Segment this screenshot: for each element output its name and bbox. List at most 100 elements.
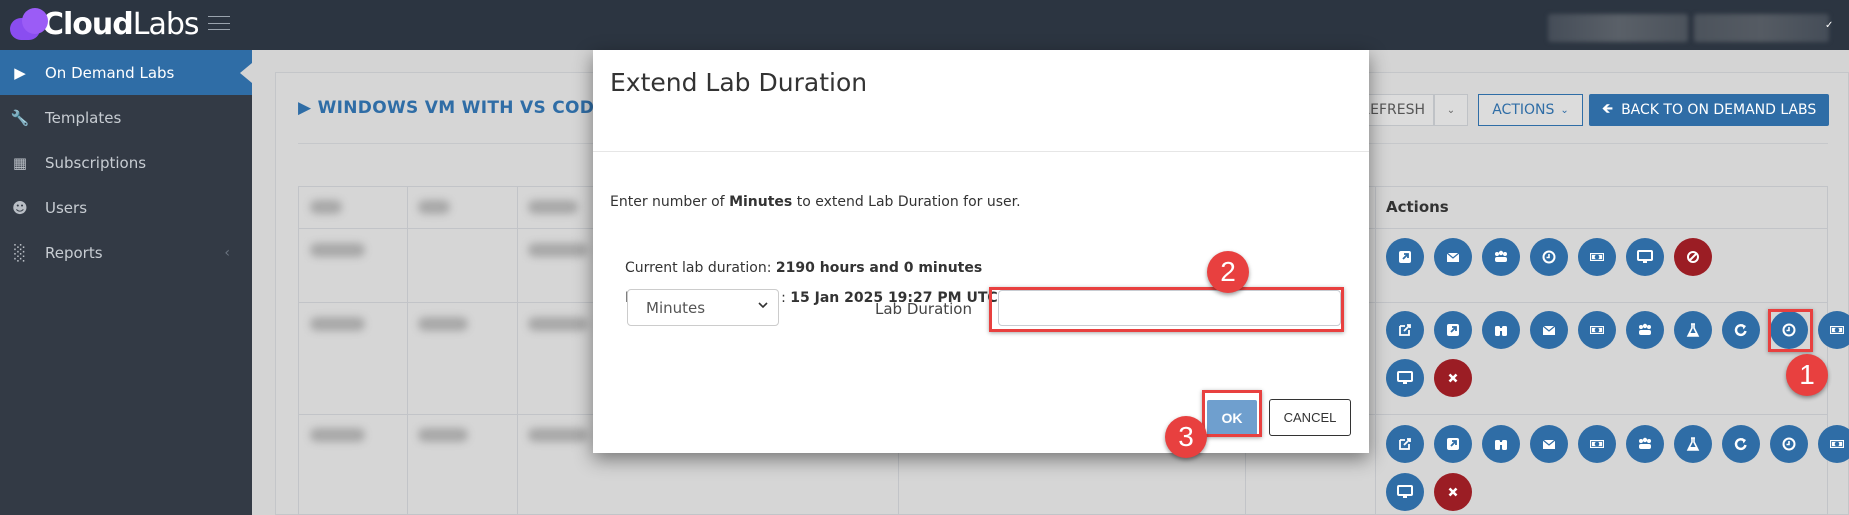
ok-button[interactable]: OK	[1207, 400, 1257, 436]
modal-title: Extend Lab Duration	[610, 68, 868, 97]
user-menu-blurred[interactable]	[1694, 14, 1829, 42]
back-to-on-demand-labs-button[interactable]: 🡸 BACK TO ON DEMAND LABS	[1589, 94, 1829, 126]
users-action-button[interactable]	[1482, 238, 1520, 276]
modal-divider	[593, 151, 1369, 152]
blurred-cell	[528, 317, 588, 331]
actions-column-header: Actions	[1386, 198, 1449, 216]
money-icon	[1829, 322, 1845, 338]
edit-external-icon	[1397, 436, 1413, 452]
sidebar-item-users[interactable]: ☻ Users	[0, 185, 252, 230]
money-action-button[interactable]	[1578, 425, 1616, 463]
refresh-dropdown-button[interactable]: ⌄	[1434, 94, 1468, 126]
external-link-action-button[interactable]	[1386, 238, 1424, 276]
users-icon	[1493, 249, 1509, 265]
menu-toggle-icon[interactable]	[208, 16, 230, 30]
clock-action-button[interactable]	[1770, 311, 1808, 349]
back-label: BACK TO ON DEMAND LABS	[1621, 102, 1817, 118]
money-icon	[1589, 322, 1605, 338]
users-icon	[1637, 322, 1653, 338]
actions-dropdown-button[interactable]: ACTIONS ⌄	[1478, 94, 1583, 126]
external-link-action-button[interactable]	[1434, 425, 1472, 463]
external-link-icon	[1397, 249, 1413, 265]
sidebar-item-templates[interactable]: 🔧 Templates	[0, 95, 252, 140]
chevron-down-icon: ⌄	[1560, 104, 1569, 116]
edit-external-action-button[interactable]	[1386, 425, 1424, 463]
page-title: ▶ WINDOWS VM WITH VS CODE F	[298, 98, 625, 118]
edit-external-action-button[interactable]	[1386, 311, 1424, 349]
monitor-action-button[interactable]	[1386, 473, 1424, 511]
money-icon	[1829, 436, 1845, 452]
delete-icon	[1445, 370, 1461, 386]
extend-lab-duration-modal: Extend Lab Duration Enter number of Minu…	[593, 50, 1369, 453]
chevron-down-icon	[758, 302, 768, 309]
sidebar-item-label: Subscriptions	[45, 153, 147, 172]
cloudlabs-logo[interactable]: CloudLabs	[8, 4, 200, 44]
refresh-action-button[interactable]	[1722, 311, 1760, 349]
sidebar-item-on-demand-labs[interactable]: ▶ On Demand Labs	[0, 50, 252, 95]
money-action-button[interactable]	[1818, 425, 1849, 463]
blurred-cell	[528, 428, 588, 442]
users-icon: ☻	[12, 198, 28, 217]
flask-action-button[interactable]	[1674, 425, 1712, 463]
ban-action-button[interactable]	[1674, 238, 1712, 276]
email-action-button[interactable]	[1530, 425, 1568, 463]
duration-unit-select[interactable]: Minutes	[627, 289, 779, 326]
clock-action-button[interactable]	[1530, 238, 1568, 276]
selected-unit: Minutes	[646, 298, 706, 317]
modal-instructions: Enter number of Minutes to extend Lab Du…	[610, 194, 1021, 210]
refresh-action-button[interactable]	[1722, 425, 1760, 463]
top-navbar: CloudLabs ✓	[0, 0, 1849, 50]
flask-icon	[1685, 436, 1701, 452]
money-icon	[1589, 249, 1605, 265]
monitor-action-button[interactable]	[1626, 238, 1664, 276]
flask-action-button[interactable]	[1674, 311, 1712, 349]
refresh-icon	[1733, 322, 1749, 338]
delete-action-button[interactable]	[1434, 359, 1472, 397]
external-link-icon	[1445, 322, 1461, 338]
play-icon: ▶	[14, 63, 26, 82]
external-link-action-button[interactable]	[1434, 311, 1472, 349]
delete-action-button[interactable]	[1434, 473, 1472, 511]
sidebar: ▶ On Demand Labs 🔧 Templates ▦ Subscript…	[0, 50, 252, 515]
money-action-button[interactable]	[1818, 311, 1849, 349]
email-icon	[1445, 249, 1461, 265]
binoculars-action-button[interactable]	[1482, 311, 1520, 349]
clock-action-button[interactable]	[1770, 425, 1808, 463]
sidebar-item-reports[interactable]: ░ Reports ‹	[0, 230, 252, 275]
sidebar-item-label: Reports	[45, 243, 103, 262]
email-action-button[interactable]	[1434, 238, 1472, 276]
delete-icon	[1445, 484, 1461, 500]
cloud-logo-icon	[8, 6, 52, 42]
sidebar-item-subscriptions[interactable]: ▦ Subscriptions	[0, 140, 252, 185]
clock-icon	[1781, 322, 1797, 338]
user-info-blurred	[1548, 14, 1688, 42]
lab-duration-input[interactable]	[998, 290, 1341, 326]
money-action-button[interactable]	[1578, 238, 1616, 276]
email-icon	[1541, 322, 1557, 338]
row-actions	[1386, 238, 1849, 276]
current-duration: Current lab duration: 2190 hours and 0 m…	[625, 260, 983, 276]
money-icon	[1589, 436, 1605, 452]
blurred-header	[528, 200, 578, 214]
users-action-button[interactable]	[1626, 425, 1664, 463]
users-action-button[interactable]	[1626, 311, 1664, 349]
chevron-left-icon: ‹	[224, 244, 230, 261]
wrench-icon: 🔧	[10, 108, 30, 127]
monitor-action-button[interactable]	[1386, 359, 1424, 397]
email-action-button[interactable]	[1530, 311, 1568, 349]
clock-icon	[1781, 436, 1797, 452]
external-link-icon	[1445, 436, 1461, 452]
binoculars-action-button[interactable]	[1482, 425, 1520, 463]
blurred-cell	[310, 317, 365, 331]
money-action-button[interactable]	[1578, 311, 1616, 349]
blurred-cell	[418, 317, 468, 331]
actions-label: ACTIONS	[1492, 102, 1555, 118]
flask-icon	[1685, 322, 1701, 338]
arrow-left-icon: 🡸	[1601, 101, 1614, 117]
step-badge-3: 3	[1165, 416, 1207, 458]
column-divider	[517, 186, 518, 515]
lab-duration-label: Lab Duration	[875, 300, 972, 318]
cancel-button[interactable]: CANCEL	[1269, 399, 1351, 436]
blurred-cell	[418, 428, 468, 442]
chevron-down-icon[interactable]: ✓	[1825, 20, 1833, 31]
